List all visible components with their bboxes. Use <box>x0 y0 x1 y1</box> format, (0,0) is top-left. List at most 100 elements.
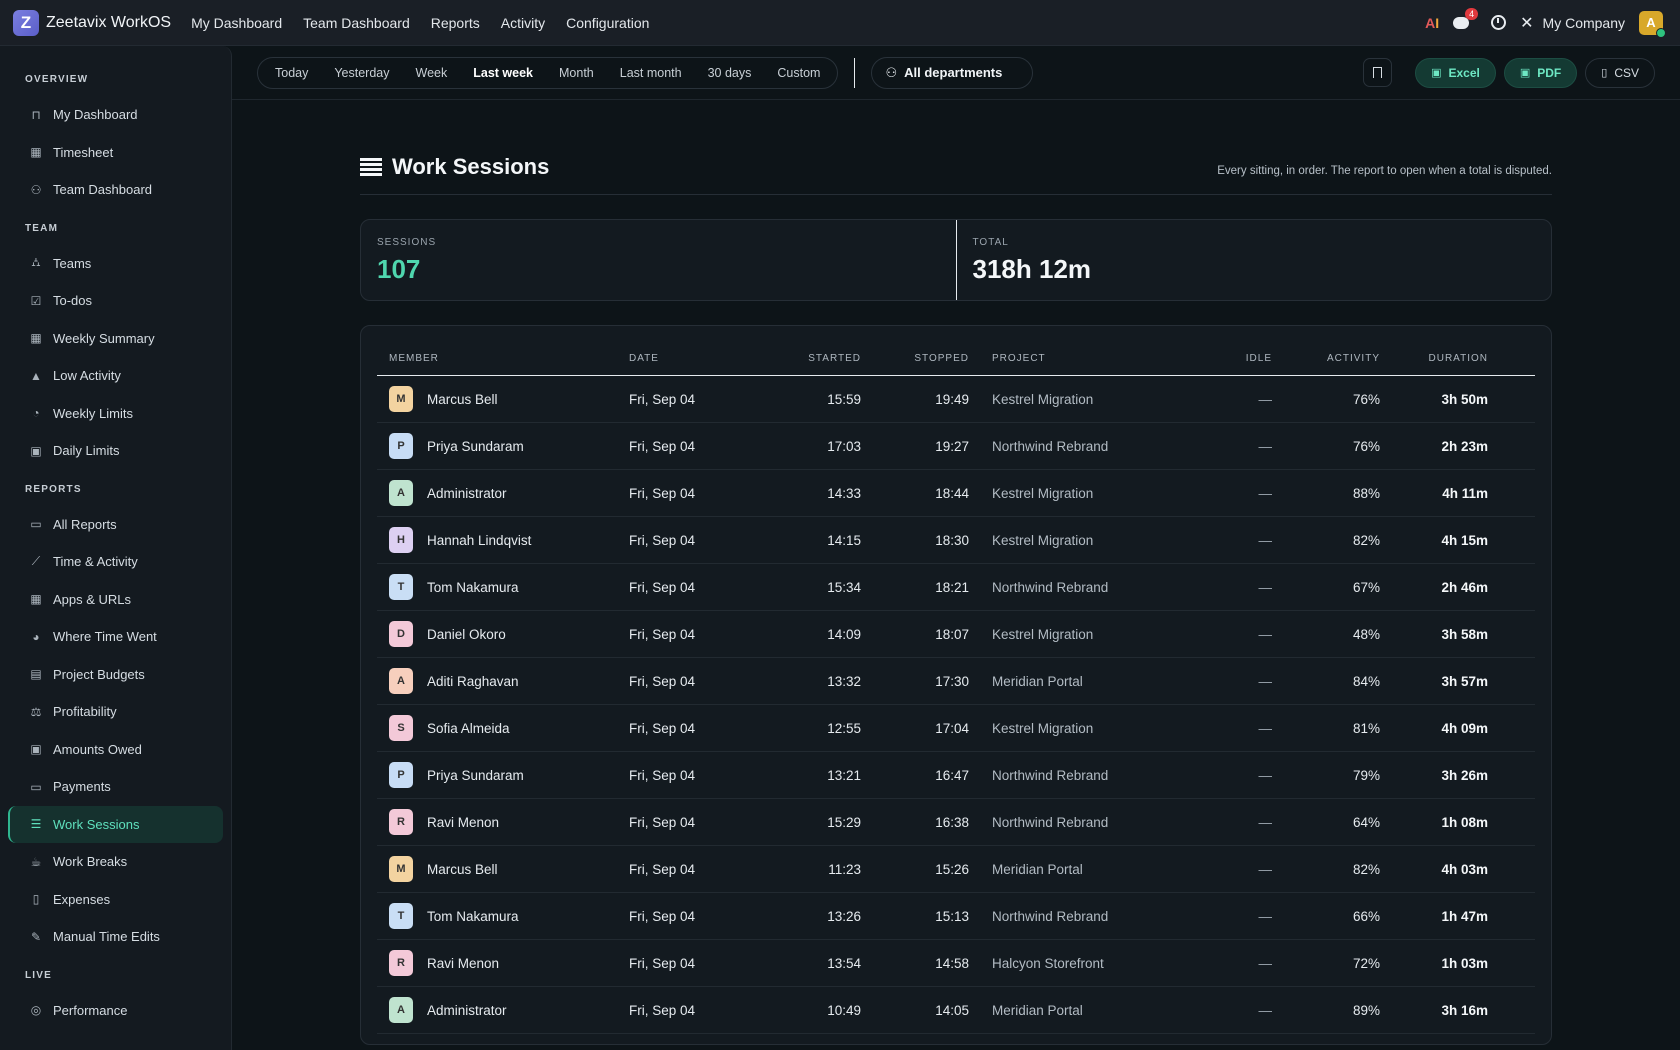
stopped-cell: 14:58 <box>935 955 969 971</box>
department-filter[interactable]: ⚇ All departments <box>871 56 1034 89</box>
started-cell: 17:03 <box>827 438 861 454</box>
date-cell: Fri, Sep 04 <box>629 814 696 830</box>
col-date[interactable]: DATE <box>629 353 769 364</box>
scale-icon: ⚖ <box>30 704 42 719</box>
sidebar-item-payments[interactable]: ▭ Payments <box>8 768 223 806</box>
target-icon: ◎ <box>30 1003 42 1018</box>
sidebar-item-teams[interactable]: ⛼ Teams <box>8 245 223 283</box>
sidebar-item-time-activity[interactable]: ⟋ Time & Activity <box>8 543 223 581</box>
range-today[interactable]: Today <box>262 66 321 80</box>
table-row[interactable]: A Administrator Fri, Sep 04 10:49 14:05 Merid… <box>377 987 1535 1034</box>
range-yesterday[interactable]: Yesterday <box>321 66 402 80</box>
member-cell: S Sofia Almeida <box>377 715 629 741</box>
sidebar-item-to-dos[interactable]: ☑ To-dos <box>8 282 223 320</box>
total-stat: TOTAL 318h 12m <box>955 220 1552 300</box>
sidebar-item-performance[interactable]: ◎ Performance <box>8 992 223 1030</box>
sidebar-item-work-sessions[interactable]: ☰ Work Sessions <box>8 805 223 843</box>
member-name: Priya Sundaram <box>427 438 524 454</box>
range-custom[interactable]: Custom <box>764 66 833 80</box>
table-row[interactable]: R Ravi Menon Fri, Sep 04 15:29 16:38 Northwin… <box>377 799 1535 846</box>
table-row[interactable]: A Aditi Raghavan Fri, Sep 04 13:32 17:30 Meri… <box>377 658 1535 705</box>
table-row[interactable]: S Sofia Almeida Fri, Sep 04 12:55 17:04 Kestr… <box>377 705 1535 752</box>
export-excel-label: Excel <box>1448 65 1480 80</box>
table-row[interactable]: P Priya Sundaram Fri, Sep 04 13:21 16:47 Nort… <box>377 752 1535 799</box>
activity-cell: 64% <box>1352 814 1380 830</box>
range-30-days[interactable]: 30 days <box>695 66 765 80</box>
sidebar-item-project-budgets[interactable]: ▤ Project Budgets <box>8 656 223 694</box>
duration-cell: 4h 11m <box>1442 485 1488 501</box>
table-row[interactable]: P Priya Sundaram Fri, Sep 04 17:03 19:27 Nort… <box>377 423 1535 470</box>
table-row[interactable]: R Ravi Menon Fri, Sep 04 13:54 14:58 Halcyon … <box>377 940 1535 987</box>
sidebar-item-daily-limits[interactable]: ▣ Daily Limits <box>8 432 223 470</box>
sidebar-item-where-time-went[interactable]: ◕ Where Time Went <box>8 618 223 656</box>
table-row[interactable]: M Marcus Bell Fri, Sep 04 11:23 15:26 Meridia… <box>377 846 1535 893</box>
range-week[interactable]: Week <box>403 66 461 80</box>
sidebar-item-manual-time-edits[interactable]: ✎ Manual Time Edits <box>8 918 223 956</box>
sidebar-item-my-dashboard[interactable]: ⊓ My Dashboard <box>8 96 223 134</box>
table-row[interactable]: T Tom Nakamura Fri, Sep 04 15:34 18:21 Northw… <box>377 564 1535 611</box>
sidebar-item-apps-urls[interactable]: ▦ Apps & URLs <box>8 581 223 619</box>
col-idle[interactable]: IDLE <box>1197 353 1272 364</box>
project-cell: Meridian Portal <box>992 673 1083 689</box>
project-cell: Northwind Rebrand <box>992 814 1109 830</box>
warning-icon: ▲ <box>30 368 42 383</box>
company-switcher[interactable]: My Company <box>1543 15 1625 31</box>
avatar: T <box>389 903 413 929</box>
activity-cell: 76% <box>1352 438 1380 454</box>
topnav-item-reports[interactable]: Reports <box>431 15 480 31</box>
range-month[interactable]: Month <box>546 66 607 80</box>
user-avatar[interactable]: A <box>1639 10 1666 38</box>
col-duration[interactable]: DURATION <box>1380 353 1500 364</box>
page-header: Work Sessions Every sitting, in order. T… <box>360 140 1552 195</box>
sidebar-item-weekly-limits[interactable]: ◔ Weekly Limits <box>8 395 223 433</box>
sidebar-item-work-breaks[interactable]: ☕ Work Breaks <box>8 843 223 881</box>
sidebar-item-profitability[interactable]: ⚖ Profitability <box>8 693 223 731</box>
topnav-item-my-dashboard[interactable]: My Dashboard <box>191 15 282 31</box>
table-row[interactable]: D Daniel Okoro Fri, Sep 04 14:09 18:07 Kestre… <box>377 611 1535 658</box>
page-title: Work Sessions <box>360 154 549 180</box>
col-activity[interactable]: ACTIVITY <box>1272 353 1380 364</box>
export-excel-button[interactable]: ▣ Excel <box>1415 57 1496 88</box>
sidebar-item-expenses[interactable]: ▯ Expenses <box>8 881 223 919</box>
chat-icon[interactable]: 4 <box>1453 7 1479 32</box>
activity-cell: 81% <box>1352 720 1380 736</box>
table-row[interactable]: T Tom Nakamura Fri, Sep 04 13:26 15:13 Northw… <box>377 893 1535 940</box>
topnav-item-activity[interactable]: Activity <box>501 15 545 31</box>
sidebar-item-label: Project Budgets <box>53 666 145 682</box>
topnav-item-configuration[interactable]: Configuration <box>566 15 649 31</box>
col-started[interactable]: STARTED <box>769 353 861 364</box>
sidebar-item-low-activity[interactable]: ▲ Low Activity <box>8 357 223 395</box>
table-row[interactable]: M Marcus Bell Fri, Sep 04 15:59 19:49 Kestrel… <box>377 376 1535 423</box>
started-cell: 11:23 <box>828 861 861 877</box>
col-project[interactable]: PROJECT <box>969 353 1197 364</box>
money-icon: ▣ <box>30 742 42 757</box>
range-last-month[interactable]: Last month <box>607 66 695 80</box>
sidebar-item-label: Manual Time Edits <box>53 929 160 945</box>
export-csv-button[interactable]: ▯ CSV <box>1585 57 1655 88</box>
clock-icon[interactable] <box>1491 15 1507 30</box>
idle-cell: — <box>1258 955 1273 971</box>
started-cell: 14:15 <box>827 532 861 548</box>
sidebar-item-timesheet[interactable]: ▦ Timesheet <box>8 134 223 172</box>
sidebar-item-weekly-summary[interactable]: ▦ Weekly Summary <box>8 320 223 358</box>
project-cell: Kestrel Migration <box>992 391 1094 407</box>
sidebar-item-all-reports[interactable]: ▭ All Reports <box>8 506 223 544</box>
table-row[interactable]: A Administrator Fri, Sep 04 14:33 18:44 Kestr… <box>377 470 1535 517</box>
sidebar-item-amounts-owed[interactable]: ▣ Amounts Owed <box>8 731 223 769</box>
ai-assistant-icon[interactable]: AI <box>1425 15 1439 31</box>
project-cell: Kestrel Migration <box>992 485 1094 501</box>
range-last-week[interactable]: Last week <box>460 66 546 80</box>
member-name: Administrator <box>427 1002 507 1018</box>
brand[interactable]: Z Zeetavix WorkOS <box>13 9 171 36</box>
duration-cell: 4h 15m <box>1441 532 1488 548</box>
topnav-item-team-dashboard[interactable]: Team Dashboard <box>303 15 410 31</box>
tools-icon[interactable]: ✕ <box>1520 13 1533 33</box>
col-stopped[interactable]: STOPPED <box>861 353 969 364</box>
export-pdf-button[interactable]: ▣ PDF <box>1503 57 1578 88</box>
bookmark-button[interactable] <box>1363 58 1393 87</box>
started-cell: 13:32 <box>827 673 861 689</box>
col-member[interactable]: MEMBER <box>377 353 629 364</box>
sidebar-item-team-dashboard[interactable]: ⚇ Team Dashboard <box>8 171 223 209</box>
project-cell: Northwind Rebrand <box>992 908 1109 924</box>
table-row[interactable]: H Hannah Lindqvist Fri, Sep 04 14:15 18:30 Ke… <box>377 517 1535 564</box>
